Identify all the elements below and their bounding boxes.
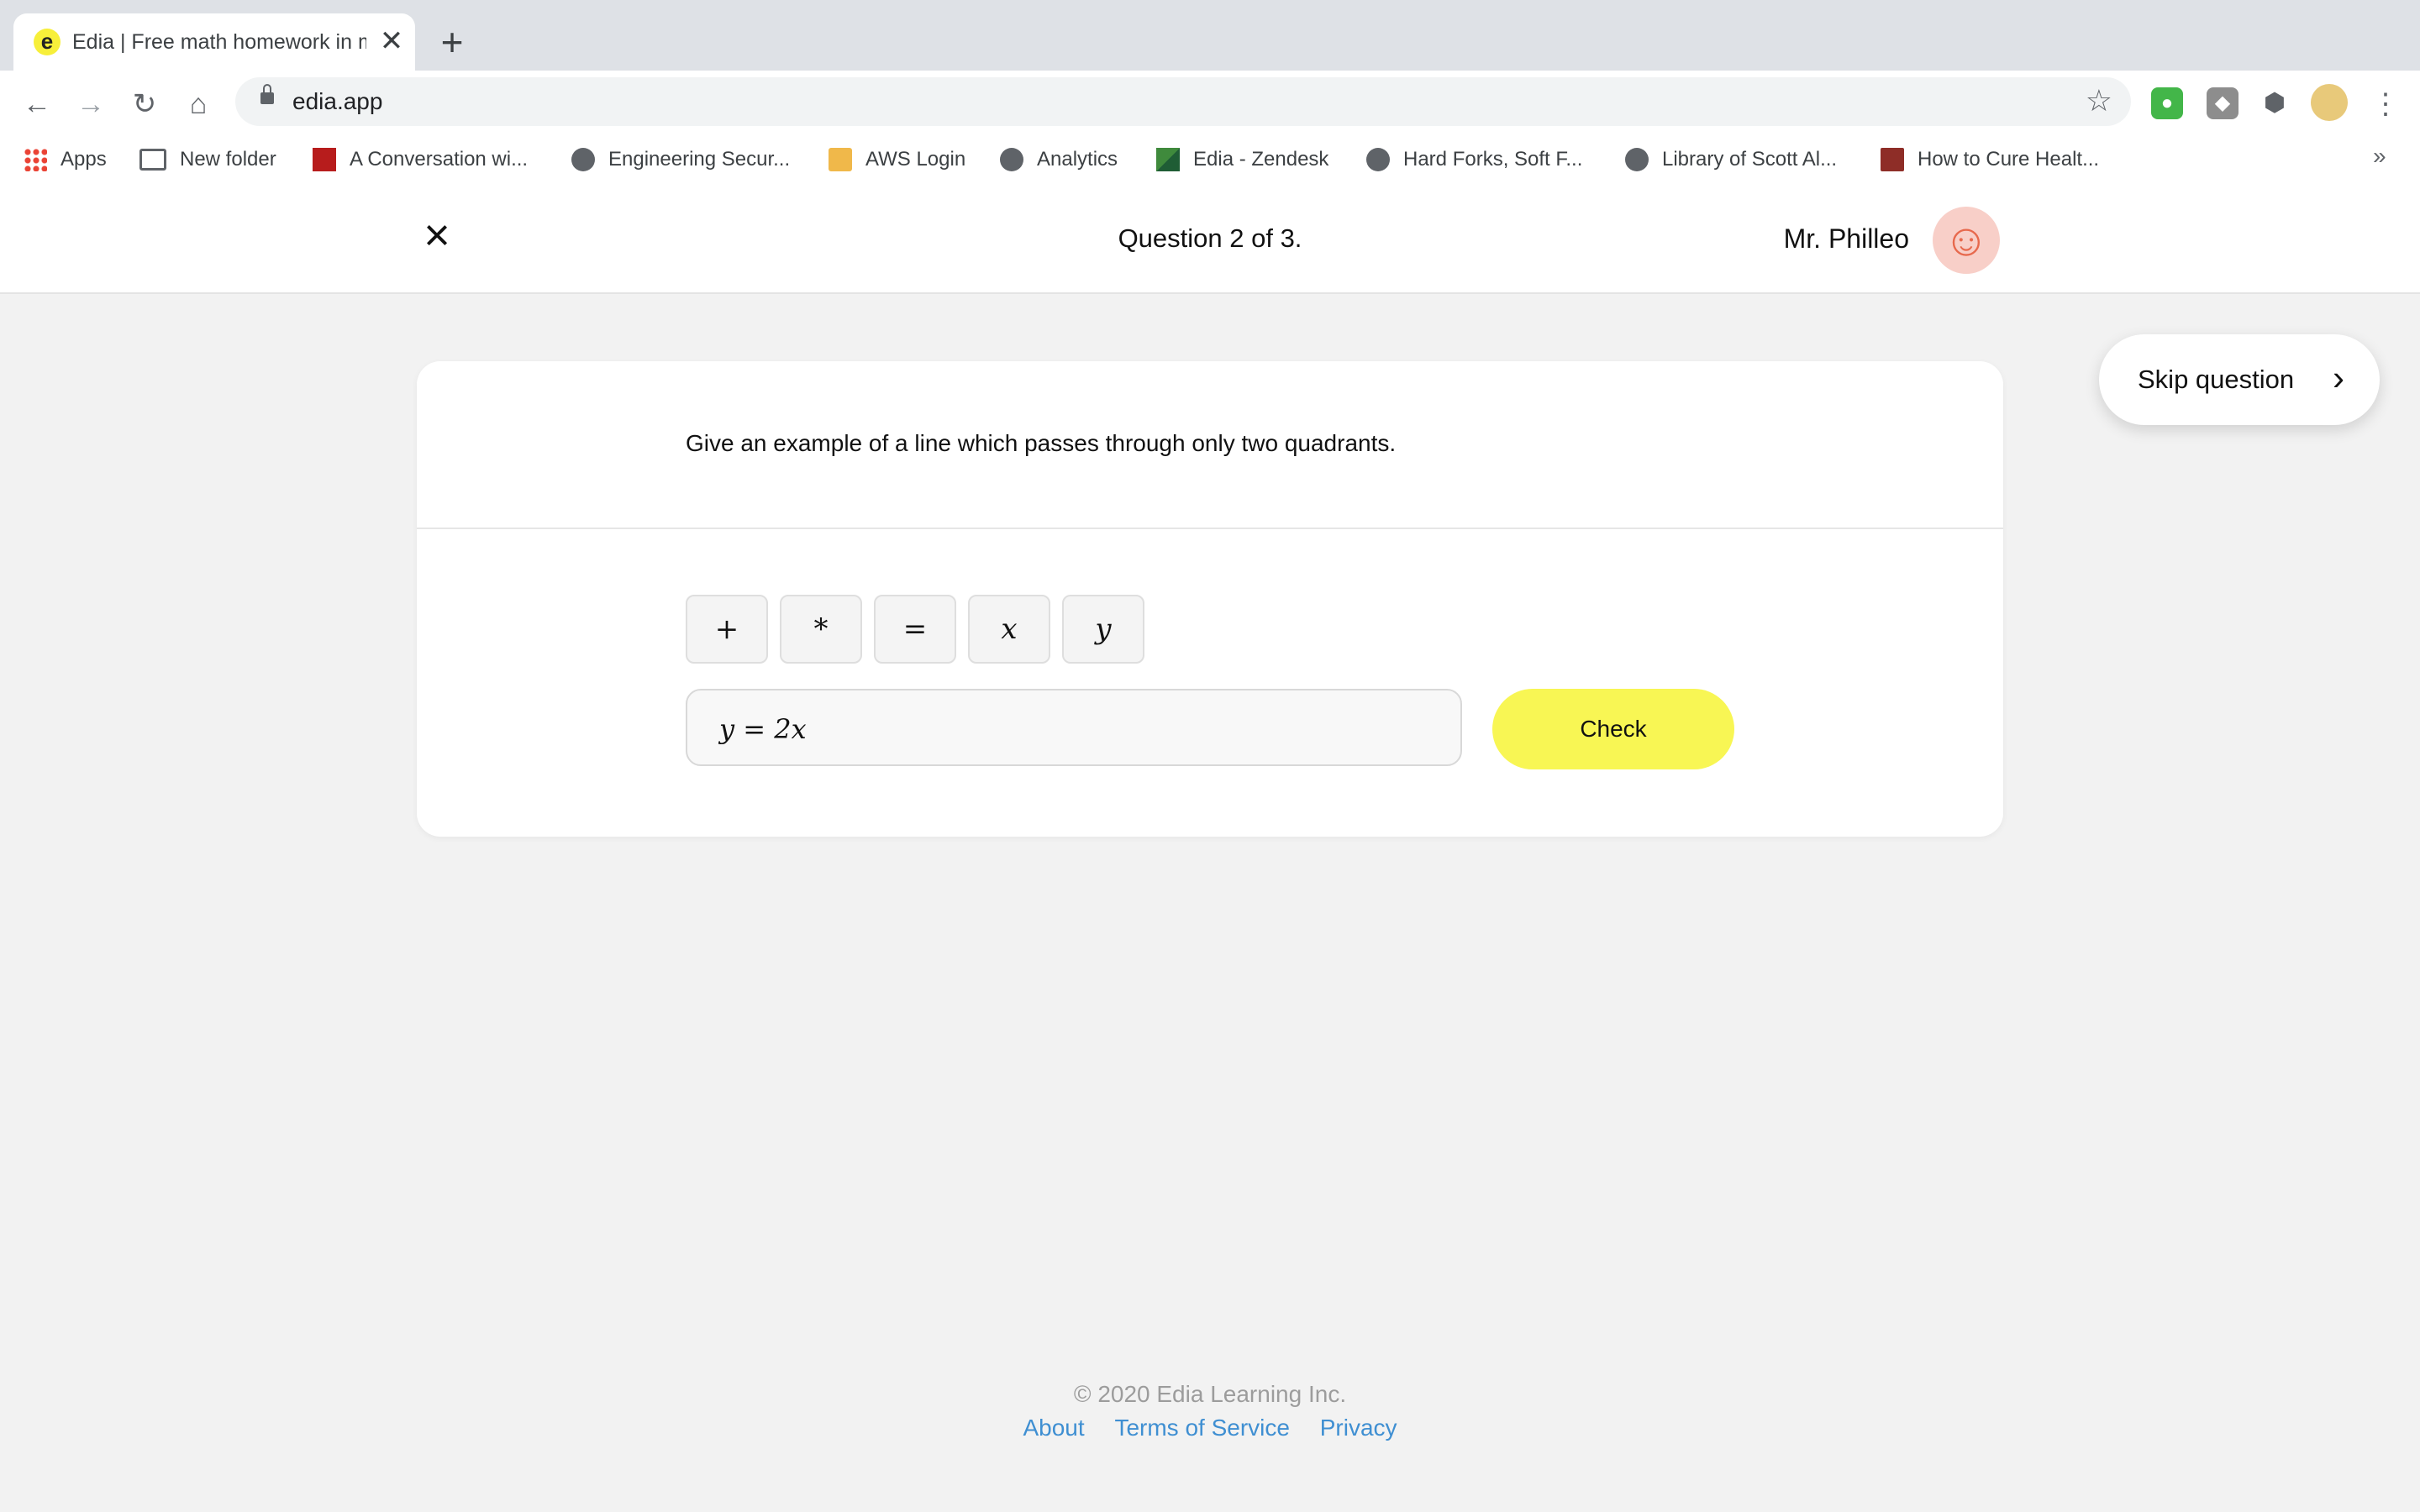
globe-icon [1366,148,1390,171]
bookmark-star-icon[interactable]: ☆ [2086,84,2112,118]
teacher-name: Mr. Philleo [1783,223,1909,254]
about-link[interactable]: About [1023,1415,1084,1441]
bookmark-label: How to Cure Healt... [1918,148,2100,171]
footer-links: About Terms of Service Privacy [0,1411,2420,1445]
bookmark-label: Hard Forks, Soft F... [1403,148,1583,171]
chevron-right-icon: › [2333,358,2344,397]
skip-question-button[interactable]: Skip question › [2099,334,2380,425]
bookmark-conversation[interactable]: A Conversation wi... [313,144,528,175]
bookmark-library[interactable]: Library of Scott Al... [1625,144,1837,175]
bookmark-new-folder[interactable]: New folder [139,144,276,175]
terms-link[interactable]: Terms of Service [1114,1415,1290,1441]
bookmark-label: A Conversation wi... [350,148,529,171]
check-button[interactable]: Check [1492,689,1734,769]
bookmark-analytics[interactable]: Analytics [1000,144,1118,175]
x-variable-key[interactable]: x [968,595,1050,664]
forward-button[interactable]: → [74,87,108,121]
edia-favicon-icon: e [34,29,60,55]
profile-avatar[interactable] [2311,84,2348,121]
gray-extension-icon[interactable]: ◆ [2207,87,2238,119]
zendesk-icon [1156,148,1180,171]
equals-key[interactable]: = [874,595,956,664]
address-bar[interactable]: edia.app ☆ [235,77,2131,126]
close-tab-icon[interactable]: ✕ [376,27,407,57]
bookmark-label: AWS Login [865,148,966,171]
home-button[interactable]: ⌂ [182,87,215,121]
close-icon[interactable]: × [413,212,460,259]
browser-tab-strip: e Edia | Free math homework in minutes ✕… [0,0,2420,71]
bookmark-label: New folder [180,148,276,171]
smiley-avatar-icon: ☺ [1933,207,2000,274]
new-tab-button[interactable]: + [434,23,471,61]
y-variable-key[interactable]: y [1062,595,1144,664]
question-prompt: Give an example of a line which passes t… [686,430,1397,456]
folder-icon [139,149,166,171]
reload-button[interactable]: ↻ [128,87,161,121]
bookmark-aws-login[interactable]: AWS Login [829,144,965,175]
lock-icon[interactable] [260,84,274,104]
globe-icon [1625,148,1649,171]
bookmark-label: Analytics [1037,148,1118,171]
question-counter: Question 2 of 3. [1118,223,1302,253]
bookmark-label: Library of Scott Al... [1662,148,1838,171]
copyright-text: © 2020 Edia Learning Inc. [1073,1381,1347,1407]
bookmark-zendesk[interactable]: Edia - Zendesk [1156,144,1328,175]
bookmark-cure-health[interactable]: How to Cure Healt... [1881,144,2099,175]
globe-icon [1000,148,1023,171]
globe-icon [571,148,595,171]
back-button[interactable]: ← [20,87,54,121]
answer-input[interactable]: y = 2x [686,689,1462,766]
skip-label: Skip question [2138,365,2295,394]
bookmark-label: Apps [60,148,107,171]
card-divider [417,528,2003,529]
bookmarks-bar: Apps New folder A Conversation wi... Eng… [0,136,2420,188]
question-card: Give an example of a line which passes t… [417,361,2003,837]
book-cover-icon [1881,148,1904,171]
browser-toolbar: ← → ↻ ⌂ edia.app ☆ ● ◆ ⬢ ⋮ [0,71,2420,136]
multiply-key[interactable]: * [780,595,862,664]
site-icon [313,148,336,171]
bookmark-label: Edia - Zendesk [1193,148,1329,171]
browser-tab[interactable]: e Edia | Free math homework in minutes ✕ [13,13,415,71]
url-text[interactable]: edia.app [292,87,382,116]
page-footer: © 2020 Edia Learning Inc. About Terms of… [0,1378,2420,1445]
puzzle-extension-icon[interactable]: ⬢ [2259,87,2291,119]
quiz-header: × Question 2 of 3. Mr. Philleo ☺ [0,186,2420,294]
bookmark-apps[interactable]: Apps [24,144,107,175]
tab-title: Edia | Free math homework in minutes [72,30,366,54]
green-extension-icon[interactable]: ● [2151,87,2183,119]
aws-box-icon [829,148,852,171]
plus-key[interactable]: + [686,595,768,664]
bookmark-label: Engineering Secur... [608,148,791,171]
privacy-link[interactable]: Privacy [1320,1415,1397,1441]
browser-menu-icon[interactable]: ⋮ [2371,86,2400,123]
apps-grid-icon [24,148,47,171]
bookmarks-overflow-icon[interactable]: » [2373,143,2386,170]
bookmark-hard-forks[interactable]: Hard Forks, Soft F... [1366,144,1582,175]
bookmark-engineering[interactable]: Engineering Secur... [571,144,790,175]
